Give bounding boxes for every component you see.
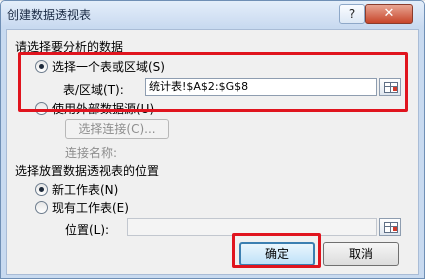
location-select-icon xyxy=(384,222,398,233)
new-sheet-radio[interactable] xyxy=(35,183,48,196)
existing-sheet-radio[interactable] xyxy=(35,201,48,214)
dialog-title: 创建数据透视表 xyxy=(7,8,92,22)
existing-sheet-label: 现有工作表(E) xyxy=(52,201,129,215)
location-label: 位置(L): xyxy=(65,223,110,237)
choose-connection-button[interactable]: 选择连接(C)... xyxy=(65,119,169,139)
connection-name-label: 连接名称: xyxy=(65,146,118,160)
new-sheet-label: 新工作表(N) xyxy=(52,183,119,197)
placement-section-heading: 选择放置数据透视表的位置 xyxy=(15,164,160,178)
existing-sheet-option[interactable]: 现有工作表(E) xyxy=(35,199,129,216)
create-pivot-table-dialog: 创建数据透视表 ? ✕ 请选择要分析的数据 选择一个表或区域(S) 表/区域(T… xyxy=(0,0,425,279)
new-sheet-option[interactable]: 新工作表(N) xyxy=(35,181,118,198)
ok-highlight-box xyxy=(232,233,321,268)
title-bar[interactable]: 创建数据透视表 ? ✕ xyxy=(1,1,424,27)
cancel-button[interactable]: 取消 xyxy=(323,242,399,266)
location-collapse-button[interactable] xyxy=(379,218,401,236)
help-button[interactable]: ? xyxy=(339,4,365,24)
range-highlight-box xyxy=(18,52,408,112)
close-button[interactable]: ✕ xyxy=(365,4,413,24)
